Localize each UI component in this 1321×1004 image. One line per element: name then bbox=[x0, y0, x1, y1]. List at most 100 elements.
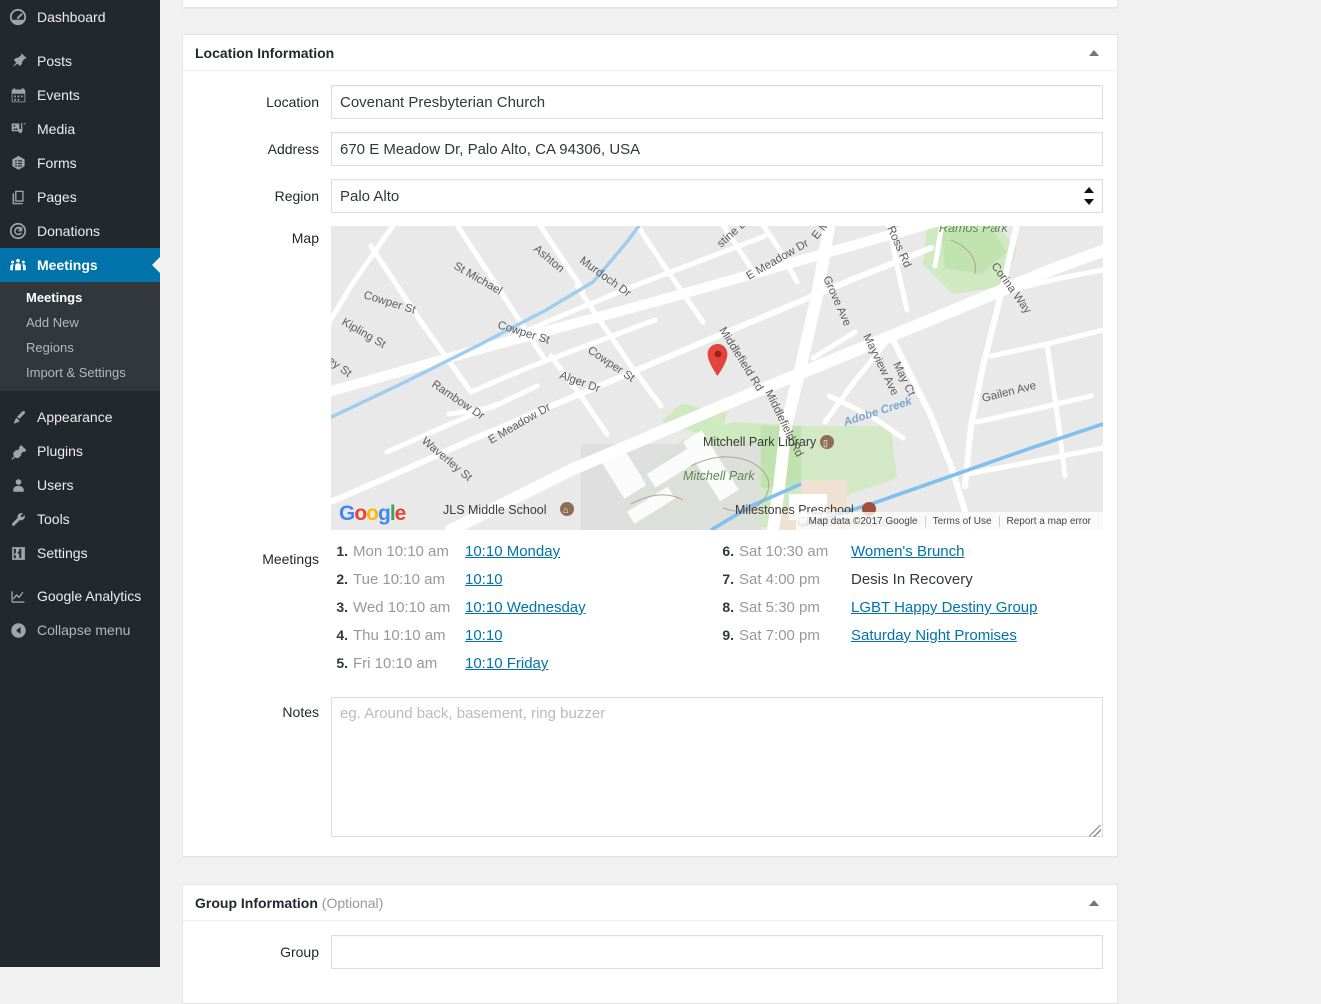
region-select[interactable]: Palo Alto bbox=[331, 179, 1103, 213]
meetings-label: Meetings bbox=[262, 551, 319, 567]
triangle-up-icon[interactable] bbox=[1083, 885, 1105, 921]
sidebar-item-label: Forms bbox=[37, 155, 77, 171]
svg-text:Ramos Park: Ramos Park bbox=[939, 226, 1009, 235]
main-content: Location Information Location Address bbox=[160, 0, 1321, 1004]
meeting-row: 8. Sat 5:30 pm LGBT Happy Destiny Group bbox=[717, 599, 1103, 627]
location-input[interactable] bbox=[331, 85, 1103, 119]
meeting-number: 2. bbox=[336, 571, 348, 587]
submenu-item-regions[interactable]: Regions bbox=[0, 335, 160, 360]
map-data-attribution: Map data ©2017 Google bbox=[808, 515, 918, 527]
location-information-panel: Location Information Location Address bbox=[182, 34, 1118, 857]
sidebar-item-media[interactable]: Media bbox=[0, 112, 160, 146]
sidebar-item-google-analytics[interactable]: Google Analytics bbox=[0, 579, 160, 613]
user-icon bbox=[8, 475, 28, 495]
forms-icon bbox=[8, 153, 28, 173]
meeting-link[interactable]: 10:10 Wednesday bbox=[465, 599, 586, 616]
meeting-time: Fri 10:10 am bbox=[353, 655, 438, 672]
terms-of-use-link[interactable]: Terms of Use bbox=[926, 516, 999, 527]
sidebar-item-label: Dashboard bbox=[37, 9, 106, 25]
meeting-row: 2. Tue 10:10 am 10:10 bbox=[331, 571, 717, 599]
meeting-number: 3. bbox=[336, 599, 348, 615]
meeting-row: 7. Sat 4:00 pm Desis In Recovery bbox=[717, 571, 1103, 599]
meeting-time: Sat 4:00 pm bbox=[739, 571, 820, 588]
submenu-item-import-settings[interactable]: Import & Settings bbox=[0, 360, 160, 385]
meeting-name: LGBT Happy Destiny Group bbox=[851, 599, 1037, 616]
collapse-menu-button[interactable]: Collapse menu bbox=[0, 613, 160, 647]
panel-title: Location Information bbox=[195, 45, 335, 61]
group-panel-header[interactable]: Group Information (Optional) bbox=[183, 885, 1117, 921]
group-information-panel: Group Information (Optional) Group bbox=[182, 884, 1118, 1004]
group-input[interactable] bbox=[331, 935, 1103, 969]
meeting-name: Desis In Recovery bbox=[851, 571, 973, 588]
sidebar-item-meetings[interactable]: Meetings bbox=[0, 248, 160, 282]
svg-text:Mitchell Park: Mitchell Park bbox=[683, 469, 755, 483]
sidebar-item-label: Google Analytics bbox=[37, 588, 142, 604]
buddy-group-icon bbox=[8, 255, 28, 275]
submenu-item-meetings[interactable]: Meetings bbox=[0, 285, 160, 310]
meeting-name: 10:10 Monday bbox=[465, 543, 560, 560]
meeting-row: 1. Mon 10:10 am 10:10 Monday bbox=[331, 543, 717, 571]
notes-textarea[interactable] bbox=[331, 697, 1103, 837]
meeting-time: Wed 10:10 am bbox=[353, 599, 451, 616]
meeting-time: Thu 10:10 am bbox=[353, 627, 446, 644]
meeting-name: 10:10 bbox=[465, 571, 503, 588]
panel-optional-note: (Optional) bbox=[321, 895, 384, 911]
submenu-item-add-new[interactable]: Add New bbox=[0, 310, 160, 335]
sidebar-item-plugins[interactable]: Plugins bbox=[0, 434, 160, 468]
sidebar-item-label: Media bbox=[37, 121, 76, 137]
sidebar-item-label: Tools bbox=[37, 511, 70, 527]
meeting-number: 7. bbox=[722, 571, 734, 587]
sidebar-item-label: Donations bbox=[37, 223, 101, 239]
meeting-name-plain: Desis In Recovery bbox=[851, 571, 973, 588]
meeting-name: Saturday Night Promises bbox=[851, 627, 1017, 644]
sidebar-item-donations[interactable]: Donations bbox=[0, 214, 160, 248]
meeting-time: Mon 10:10 am bbox=[353, 543, 449, 560]
meeting-number: 6. bbox=[722, 543, 734, 559]
sidebar-item-pages[interactable]: Pages bbox=[0, 180, 160, 214]
sidebar-item-tools[interactable]: Tools bbox=[0, 502, 160, 536]
triangle-up-icon[interactable] bbox=[1083, 35, 1105, 71]
sidebar-item-label: Users bbox=[37, 477, 74, 493]
notes-label: Notes bbox=[282, 704, 319, 720]
sidebar-item-label: Pages bbox=[37, 189, 77, 205]
meeting-row: 3. Wed 10:10 am 10:10 Wednesday bbox=[331, 599, 717, 627]
wrench-icon bbox=[8, 509, 28, 529]
meeting-time: Sat 10:30 am bbox=[739, 543, 829, 560]
sidebar-item-posts[interactable]: Posts bbox=[0, 44, 160, 78]
sidebar-item-settings[interactable]: Settings bbox=[0, 536, 160, 570]
group-panel-body: Group bbox=[183, 921, 1117, 985]
sidebar-item-appearance[interactable]: Appearance bbox=[0, 400, 160, 434]
notes-field-row: Notes bbox=[195, 697, 1105, 840]
sidebar-item-label: Settings bbox=[37, 545, 88, 561]
admin-sidebar: Dashboard Posts Events Media Forms Pages bbox=[0, 0, 160, 967]
location-panel-header[interactable]: Location Information bbox=[183, 35, 1117, 71]
svg-text:▯: ▯ bbox=[823, 438, 828, 448]
meeting-link[interactable]: 10:10 bbox=[465, 627, 503, 644]
sidebar-item-users[interactable]: Users bbox=[0, 468, 160, 502]
sidebar-item-forms[interactable]: Forms bbox=[0, 146, 160, 180]
sidebar-item-dashboard[interactable]: Dashboard bbox=[0, 0, 160, 34]
meeting-name: 10:10 bbox=[465, 627, 503, 644]
location-panel-body: Location Address Region Palo Alto bbox=[183, 71, 1117, 856]
google-map[interactable]: Cowper St Kipling St St Michael Ashton M… bbox=[331, 226, 1103, 530]
meeting-link[interactable]: 10:10 Monday bbox=[465, 543, 560, 560]
meeting-link[interactable]: 10:10 bbox=[465, 571, 503, 588]
chart-line-icon bbox=[8, 586, 28, 606]
meeting-link[interactable]: LGBT Happy Destiny Group bbox=[851, 599, 1037, 616]
meeting-time: Sat 7:00 pm bbox=[739, 627, 820, 644]
meeting-name: Women's Brunch bbox=[851, 543, 964, 560]
meeting-row: 5. Fri 10:10 am 10:10 Friday bbox=[331, 655, 717, 683]
meeting-link[interactable]: Women's Brunch bbox=[851, 543, 964, 560]
report-map-error-link[interactable]: Report a map error bbox=[1000, 516, 1098, 527]
meeting-row: 4. Thu 10:10 am 10:10 bbox=[331, 627, 717, 655]
address-input[interactable] bbox=[331, 132, 1103, 166]
svg-text:Mitchell Park Library: Mitchell Park Library bbox=[703, 435, 817, 449]
previous-panel-partial bbox=[182, 0, 1118, 8]
sidebar-item-events[interactable]: Events bbox=[0, 78, 160, 112]
sidebar-item-label: Appearance bbox=[37, 409, 113, 425]
meeting-number: 1. bbox=[336, 543, 348, 559]
meeting-link[interactable]: Saturday Night Promises bbox=[851, 627, 1017, 644]
meetings-list: 1. Mon 10:10 am 10:10 Monday 2. Tue 10:1… bbox=[331, 543, 1103, 683]
meeting-number: 8. bbox=[722, 599, 734, 615]
meeting-link[interactable]: 10:10 Friday bbox=[465, 655, 548, 672]
